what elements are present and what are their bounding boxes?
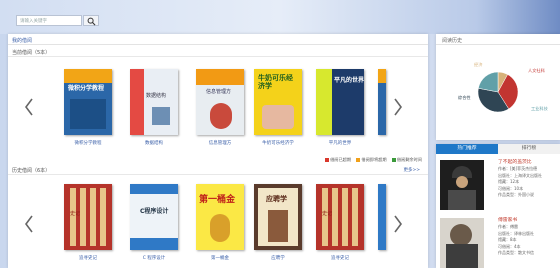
book-cover-title: 史记: [322, 211, 333, 217]
book-photo[interactable]: [440, 218, 484, 268]
panel-title: 阅读历史: [442, 38, 463, 44]
pie-slice: [478, 71, 499, 93]
book-title[interactable]: 信息管理方: [196, 140, 244, 146]
chevron-right-icon[interactable]: [393, 97, 403, 117]
book-cover-title: 应聘学: [266, 195, 287, 203]
more-link[interactable]: 更多>>: [403, 167, 420, 173]
recommend-item[interactable]: 傅雷家书 作者：傅雷 出版社：译林出版社 馆藏：8本 可借阅：4本 作品类型：散…: [440, 218, 560, 268]
sidebar: 阅读历史 经济 人文社科 综合性 工业科技 热门推荐 排行榜 了不起的盖茨比 作…: [436, 34, 560, 268]
legend: 借阅已超期 借阅即将超期 借阅剩余时间: [321, 157, 422, 163]
tab-ranking[interactable]: 排行榜: [498, 144, 560, 154]
book-title[interactable]: 应聘学: [254, 255, 302, 261]
tab-hot-recommend[interactable]: 热门推荐: [436, 144, 498, 154]
search-input[interactable]: 请输入关键字: [16, 15, 82, 26]
book-cover[interactable]: 微积分学教程: [64, 69, 112, 135]
pie-label: 工业科技: [531, 106, 548, 111]
book-title[interactable]: 牛奶可乐经济学: [254, 140, 302, 146]
chevron-right-icon[interactable]: [393, 214, 403, 234]
book-cover-partial[interactable]: [378, 69, 386, 135]
divider: [8, 174, 428, 175]
book-cover-title: 微积分学教程: [68, 85, 105, 92]
recommend-item[interactable]: 了不起的盖茨比 作者：[美]菲茨杰拉德 出版社：上海译文出版社 馆藏：12本 可…: [440, 160, 560, 212]
pie-label: 经济: [474, 62, 483, 67]
top-bar: 请输入关键字: [0, 0, 560, 34]
search-icon: [87, 17, 96, 26]
reading-pie-chart: [477, 71, 519, 113]
book-cover-partial[interactable]: [378, 184, 386, 250]
search-placeholder: 请输入关键字: [20, 19, 47, 24]
book-cover[interactable]: C程序设计: [130, 184, 178, 250]
book-cover[interactable]: 史记: [64, 184, 112, 250]
book-cover[interactable]: 史记: [316, 184, 364, 250]
book-cover-title: C程序设计: [140, 208, 169, 215]
book-title[interactable]: 第一桶金: [196, 255, 244, 261]
book-title[interactable]: 追寻史记: [316, 255, 364, 261]
my-borrowing-panel: 我的借阅 当前借阅（5本） 微积分学教程 微积分学教程 数据结构 数据结构 信息…: [8, 34, 428, 268]
book-title[interactable]: 平凡的世界: [316, 140, 364, 146]
book-title[interactable]: 追寻史记: [64, 255, 112, 261]
page-title: 我的借阅: [12, 38, 33, 44]
recommendation-panel: 热门推荐 排行榜 了不起的盖茨比 作者：[美]菲茨杰拉德 出版社：上海译文出版社…: [436, 144, 560, 268]
legend-swatch: [356, 158, 361, 162]
book-cover-title: 数据结构: [146, 93, 167, 99]
pie-label: 综合性: [458, 95, 471, 100]
legend-label: 借阅即将超期: [361, 157, 387, 162]
book-cover[interactable]: 数据结构: [130, 69, 178, 135]
book-cover-title: 信息管理方: [206, 89, 232, 95]
book-cover[interactable]: 平凡的世界: [316, 69, 364, 135]
legend-label: 借阅已超期: [330, 157, 352, 162]
chevron-left-icon[interactable]: [24, 214, 34, 234]
book-cover-title: 平凡的世界: [334, 77, 364, 84]
book-type: 作品类型：外国小说: [498, 192, 534, 198]
book-cover-title: 牛奶可乐经济学: [258, 74, 293, 90]
book-cover[interactable]: 应聘学: [254, 184, 302, 250]
search-button[interactable]: [83, 15, 99, 26]
book-cover[interactable]: 牛奶可乐经济学: [254, 69, 302, 135]
history-borrowing-title: 历史借阅（6本）: [12, 168, 51, 174]
book-author: 作者：[美]菲茨杰拉德: [498, 166, 538, 172]
book-title[interactable]: 数据结构: [130, 140, 178, 146]
book-cover[interactable]: 信息管理方: [196, 69, 244, 135]
book-title[interactable]: C 程序设计: [130, 255, 178, 261]
divider: [8, 56, 428, 57]
chevron-left-icon[interactable]: [24, 97, 34, 117]
pie-label: 人文社科: [528, 68, 545, 73]
book-title[interactable]: 微积分学教程: [64, 140, 112, 146]
book-info: 了不起的盖茨比 作者：[美]菲茨杰拉德 出版社：上海译文出版社 馆藏：12本 可…: [498, 160, 542, 198]
book-cover-title: 第一桶金: [199, 195, 236, 205]
current-borrowing-title: 当前借阅（5本）: [12, 50, 51, 56]
book-info: 傅雷家书 作者：傅雷 出版社：译林出版社 馆藏：8本 可借阅：4本 作品类型：散…: [498, 218, 534, 256]
legend-swatch: [391, 158, 396, 162]
divider: [8, 44, 428, 45]
legend-swatch: [325, 158, 330, 162]
legend-label: 借阅剩余时间: [396, 157, 422, 162]
reading-analysis-panel: 阅读历史 经济 人文社科 综合性 工业科技: [436, 34, 560, 140]
book-type: 作品类型：散文书信: [498, 250, 534, 256]
book-photo[interactable]: [440, 160, 484, 210]
book-cover[interactable]: 第一桶金: [196, 184, 244, 250]
book-cover-title: 史记: [70, 211, 81, 217]
divider: [436, 44, 560, 45]
